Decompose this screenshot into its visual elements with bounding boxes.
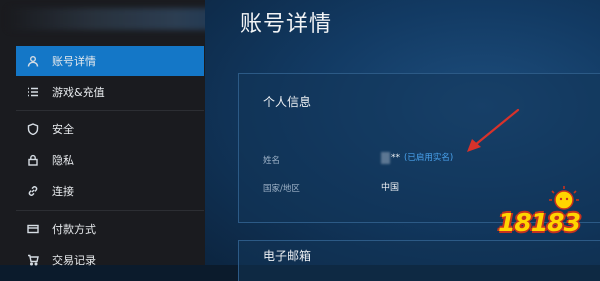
name-value-row: ** (已启用实名) [381, 151, 453, 164]
region-value: 中国 [381, 183, 400, 193]
email-section-title: 电子邮箱 [263, 249, 312, 263]
sidebar-item-connections[interactable]: 连接 [16, 176, 204, 206]
sidebar-divider [16, 110, 204, 111]
sidebar-item-label: 游戏&充值 [52, 86, 105, 99]
lock-icon [26, 153, 40, 167]
list-icon [26, 85, 40, 99]
sidebar-item-label: 付款方式 [52, 223, 96, 236]
sidebar: 账号详情 游戏&充值 安全 隐私 连接 付款方式 交易记录 [0, 0, 248, 267]
sidebar-divider [16, 210, 204, 211]
sidebar-item-account-details[interactable]: 账号详情 [16, 46, 204, 76]
sidebar-item-label: 交易记录 [52, 254, 96, 267]
link-icon [26, 184, 40, 198]
masked-name-char [381, 151, 390, 164]
sidebar-item-games-recharge[interactable]: 游戏&充值 [16, 77, 204, 107]
name-value: ** [391, 153, 400, 163]
user-icon [26, 54, 40, 68]
sidebar-item-label: 隐私 [52, 154, 74, 167]
sidebar-item-label: 连接 [52, 185, 74, 198]
watermark-logo: 18183 [492, 182, 592, 252]
personal-info-title: 个人信息 [263, 95, 312, 109]
region-label: 国家/地区 [263, 184, 300, 194]
card-icon [26, 222, 40, 236]
sidebar-item-security[interactable]: 安全 [16, 114, 204, 144]
real-name-verified-status: (已启用实名) [404, 153, 454, 163]
name-label: 姓名 [263, 156, 281, 166]
page-title: 账号详情 [240, 12, 333, 37]
sidebar-item-transactions[interactable]: 交易记录 [16, 245, 204, 275]
sidebar-item-label: 账号详情 [52, 55, 96, 68]
sidebar-item-label: 安全 [52, 123, 74, 136]
sidebar-item-privacy[interactable]: 隐私 [16, 145, 204, 175]
watermark-text: 18183 [498, 208, 581, 237]
sidebar-item-payment-methods[interactable]: 付款方式 [16, 214, 204, 244]
shield-icon [26, 122, 40, 136]
